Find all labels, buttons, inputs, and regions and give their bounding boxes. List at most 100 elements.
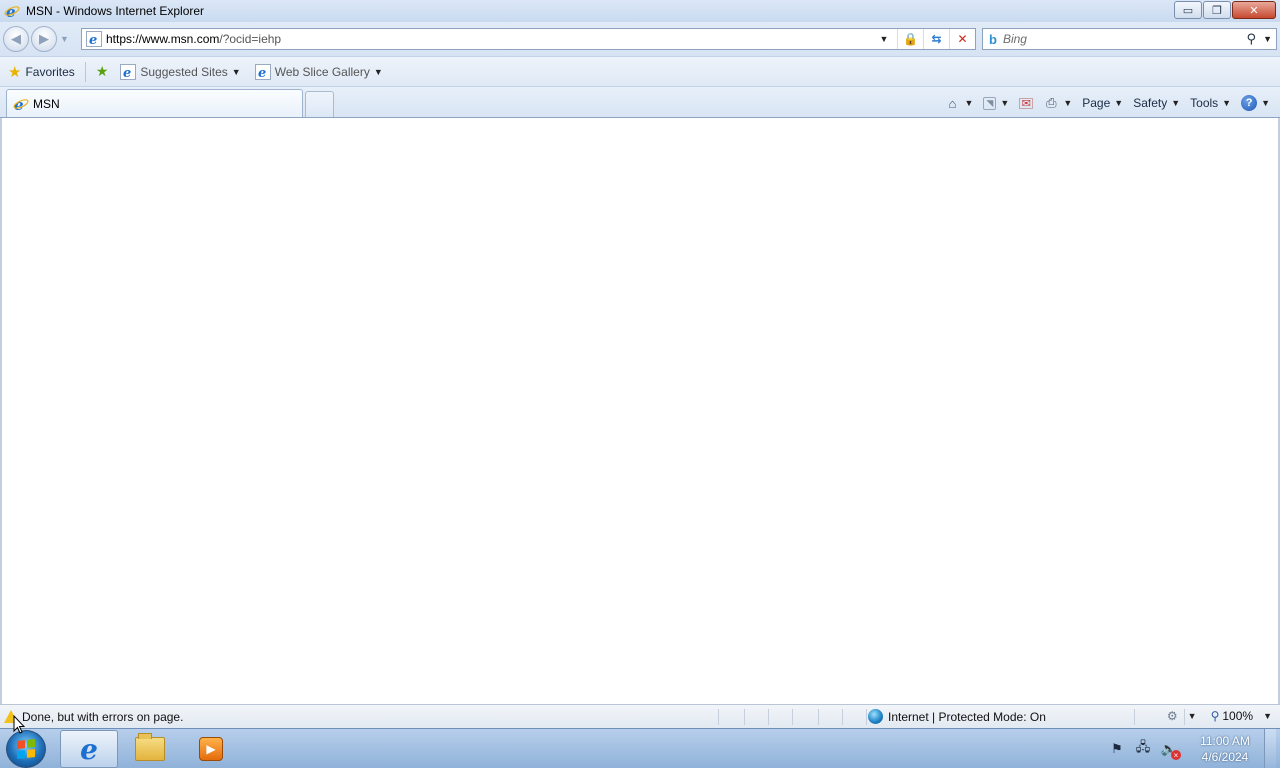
web-slice-gallery-button[interactable]: e Web Slice Gallery ▼ [251,60,387,84]
svg-text:e: e [258,66,266,80]
back-button[interactable]: ◀ [3,26,29,52]
print-button[interactable]: ⎙ ▼ [1043,95,1072,111]
network-icon[interactable]: 🖧 [1135,739,1151,757]
url-path: /?ocid=iehp [219,32,282,46]
status-message[interactable]: Done, but with errors on page. [22,710,183,724]
read-mail-button[interactable]: ✉ [1019,97,1034,110]
tab-label: MSN [33,96,60,111]
back-arrow-icon: ◀ [11,31,21,46]
new-tab-button[interactable] [305,91,334,117]
minimize-icon: ▭ [1182,4,1194,17]
page-icon: e [86,31,102,47]
status-bar-right: ⚙ ▼ ⚲ 100% ▼ [1167,709,1272,723]
favorites-bar: ★ Favorites ★ e Suggested Sites ▼ e Web … [0,56,1280,87]
muted-x-icon: × [1171,750,1181,760]
taskbar-windows-explorer[interactable] [121,730,179,768]
action-center-flag-icon[interactable]: ⚑ [1109,741,1125,757]
help-icon: ? [1241,95,1258,111]
media-player-icon: ▶ [199,737,223,761]
divider [818,709,819,725]
forward-button[interactable]: ▶ [31,26,57,52]
protected-mode-icon[interactable]: ⚙ [1167,709,1178,723]
search-box[interactable]: b Bing ⚲ ▼ [982,28,1277,50]
forward-arrow-icon: ▶ [39,31,49,46]
divider [84,61,86,82]
taskbar-media-player[interactable]: ▶ [182,730,240,768]
home-icon: ⌂ [948,95,957,111]
address-dropdown-icon[interactable]: ▼ [871,29,897,49]
recent-pages-dropdown[interactable]: ▼ [60,34,69,44]
page-content-area[interactable] [0,118,1280,704]
suggested-sites-label: Suggested Sites [140,64,228,79]
zoom-icon[interactable]: ⚲ [1211,709,1220,723]
volume-muted-icon[interactable]: 🔈 × [1161,741,1181,760]
tab-msn[interactable]: e MSN [6,89,303,117]
chevron-down-icon[interactable]: ▼ [1000,98,1009,108]
svg-text:e: e [89,33,97,47]
chevron-down-icon[interactable]: ▼ [1063,98,1072,108]
chevron-down-icon: ▼ [1171,98,1181,108]
title-bar: e MSN - Windows Internet Explorer ▭ ❐ ✕ [0,0,1280,22]
bing-icon: b [989,31,997,47]
restore-button[interactable]: ❐ [1203,1,1231,19]
lock-icon[interactable]: 🔒 [897,29,923,49]
page-menu-label: Page [1082,96,1111,110]
divider [866,709,867,725]
svg-text:e: e [123,66,131,80]
chevron-down-icon[interactable]: ▼ [1263,711,1272,721]
help-menu[interactable]: ? ▼ [1241,95,1270,111]
internet-explorer-icon: e [80,732,98,766]
minimize-button[interactable]: ▭ [1174,1,1202,19]
system-tray: ⚑ 🖧 🔈 × 11:00 AM 4/6/2024 [1104,729,1276,768]
address-bar-actions: ▼ 🔒 ⇆ ✕ [871,29,975,49]
safety-menu-label: Safety [1133,96,1168,110]
divider [744,709,745,725]
ie-logo-icon: e [4,3,20,19]
status-bar: Done, but with errors on page. Internet … [0,704,1280,728]
refresh-icon[interactable]: ⇆ [923,29,949,49]
chevron-down-icon[interactable]: ▼ [1188,711,1197,721]
command-bar: ⌂ ▼ ◥ ▼ ✉ ⎙ ▼ Page ▼ Safety ▼ Tools ▼ ? … [934,91,1270,115]
show-desktop-button[interactable] [1264,729,1276,768]
close-button[interactable]: ✕ [1232,1,1276,19]
ie-page-icon: e [13,96,29,112]
page-menu[interactable]: Page ▼ [1082,96,1123,110]
feeds-button[interactable]: ◥ ▼ [983,96,1009,110]
chevron-down-icon[interactable]: ▼ [964,98,973,108]
chevron-down-icon: ▼ [231,66,241,77]
clock[interactable]: 11:00 AM 4/6/2024 [1190,733,1260,765]
tools-menu[interactable]: Tools ▼ [1190,96,1231,110]
star-icon: ★ [8,63,22,81]
address-bar[interactable]: e https://www.msn.com/?ocid=iehp ▼ 🔒 ⇆ ✕ [81,28,976,50]
start-button[interactable] [6,730,46,768]
clock-time: 11:00 AM [1200,734,1250,748]
divider [792,709,793,725]
url-text[interactable]: https://www.msn.com/?ocid=iehp [106,32,281,46]
search-icon[interactable]: ⚲ [1246,31,1256,47]
divider [768,709,769,725]
folder-icon [135,733,165,761]
web-slice-gallery-label: Web Slice Gallery [274,64,370,79]
restore-icon: ❐ [1212,4,1222,17]
favorites-button[interactable]: ★ Favorites [4,60,79,84]
add-to-favorites-bar-button[interactable]: ★ [92,60,117,84]
add-favorite-icon: ★ [95,63,109,79]
zoom-level[interactable]: 100% [1222,709,1253,723]
chevron-down-icon: ▼ [373,66,383,77]
chevron-down-icon: ▼ [1261,98,1270,108]
mouse-cursor-icon [13,715,25,734]
stop-icon[interactable]: ✕ [949,29,975,49]
search-options-dropdown-icon[interactable]: ▼ [1263,34,1272,44]
search-input[interactable]: Bing [1003,32,1027,46]
home-button[interactable]: ⌂ ▼ [944,95,974,111]
suggested-sites-button[interactable]: e Suggested Sites ▼ [116,60,244,84]
safety-menu[interactable]: Safety ▼ [1133,96,1180,110]
tools-menu-label: Tools [1190,96,1219,110]
window-title: MSN - Windows Internet Explorer [26,4,205,18]
zone-label: Internet | Protected Mode: On [888,709,1046,724]
rss-feed-icon: ◥ [983,96,997,110]
taskbar-internet-explorer[interactable]: e [60,730,118,768]
clock-date: 4/6/2024 [1201,750,1249,764]
security-zone[interactable]: Internet | Protected Mode: On [868,709,1046,724]
printer-icon: ⎙ [1046,95,1057,110]
